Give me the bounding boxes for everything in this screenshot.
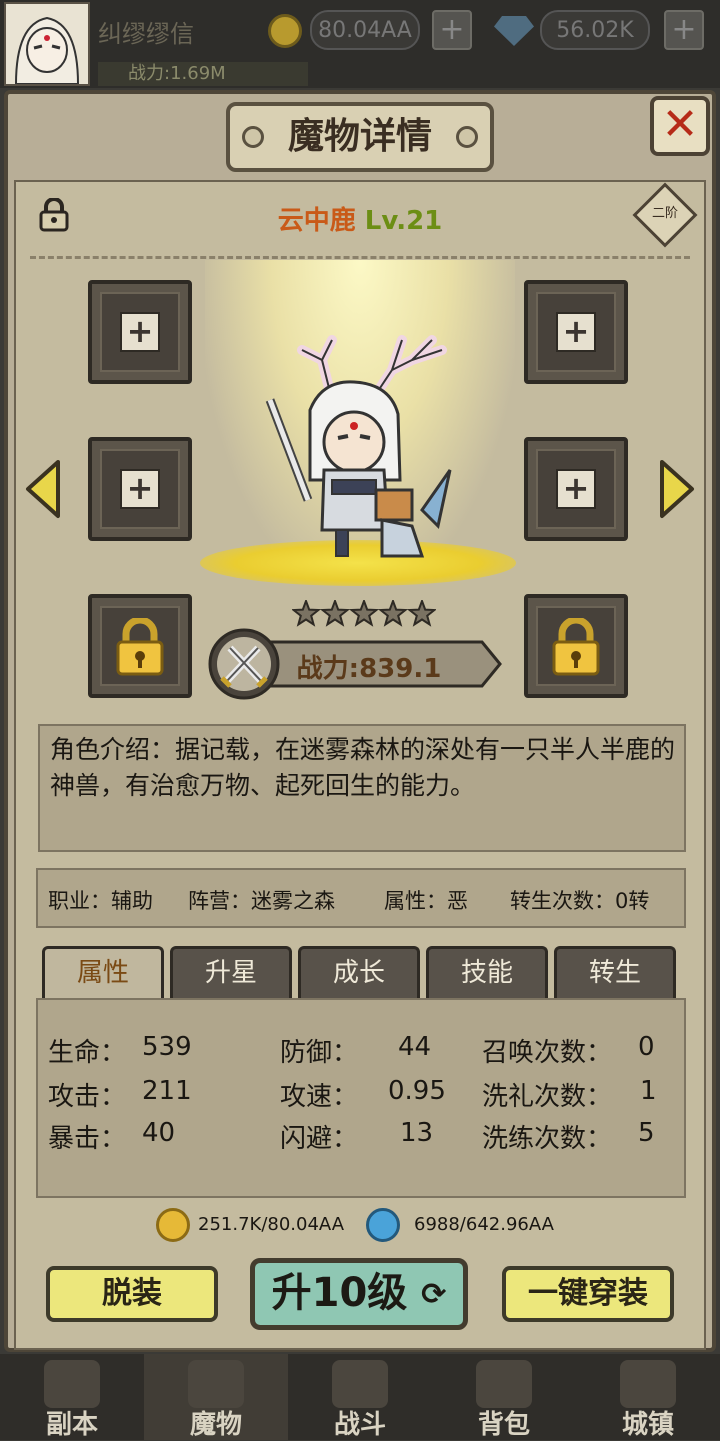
add-gems-button[interactable]: + bbox=[664, 10, 704, 50]
star-icon bbox=[319, 598, 351, 627]
tab-rebirth[interactable]: 转生 bbox=[554, 946, 676, 1000]
padlock-icon bbox=[550, 616, 602, 676]
tab-growth[interactable]: 成长 bbox=[298, 946, 420, 1000]
gem-amount: 56.02K bbox=[540, 10, 650, 50]
refresh-icon: ⟳ bbox=[421, 1277, 447, 1312]
refine-label: 洗练次数： bbox=[482, 1124, 613, 1154]
intro-box: 角色介绍：据记载，在迷雾森林的深处有一只半人半鹿的神兽，有治愈万物、起死回生的能… bbox=[38, 724, 686, 852]
monster-name: 云中鹿 bbox=[277, 206, 356, 236]
hp-value: 539 bbox=[142, 1032, 192, 1062]
backpack-icon bbox=[476, 1360, 532, 1408]
speed-value: 0.95 bbox=[388, 1076, 446, 1106]
equip-slot-locked-2[interactable] bbox=[524, 594, 628, 698]
upgrade-label: 升10级 bbox=[271, 1270, 408, 1316]
tab-attributes[interactable]: 属性 bbox=[42, 946, 164, 1000]
add-equip-icon: + bbox=[556, 312, 596, 352]
monster-power: 战力:839.1 bbox=[296, 654, 442, 684]
monster-character[interactable] bbox=[262, 330, 462, 564]
crossed-swords-icon bbox=[332, 1360, 388, 1408]
diamond-icon bbox=[494, 16, 534, 46]
exp-cost: 6988/642.96AA bbox=[414, 1214, 554, 1235]
summon-value: 0 bbox=[638, 1032, 655, 1062]
nav-label: 战斗 bbox=[333, 1410, 386, 1440]
equip-slot-locked-1[interactable] bbox=[88, 594, 192, 698]
stage-label: 二阶 bbox=[651, 206, 678, 221]
star-icon bbox=[290, 598, 322, 627]
def-value: 44 bbox=[398, 1032, 432, 1062]
stats-panel: 生命： 539 攻击： 211 暴击： 40 防御： 44 攻速： 0.95 闪… bbox=[36, 998, 686, 1198]
evade-value: 13 bbox=[400, 1118, 434, 1148]
monster-name-row: 云中鹿 Lv.21 bbox=[0, 200, 720, 237]
intro-text: 角色介绍：据记载，在迷雾森林的深处有一只半人半鹿的神兽，有治愈万物、起死回生的能… bbox=[50, 735, 676, 800]
atk-value: 211 bbox=[142, 1076, 192, 1106]
rivet-icon bbox=[456, 126, 478, 148]
close-button[interactable]: ✕ bbox=[650, 96, 710, 156]
gold-cost: 251.7K/80.04AA bbox=[198, 1214, 345, 1235]
nav-label: 副本 bbox=[45, 1410, 98, 1440]
divider bbox=[30, 256, 690, 259]
star-icon bbox=[348, 598, 380, 627]
star-rating bbox=[290, 598, 438, 628]
gold-amount: 80.04AA bbox=[310, 10, 420, 50]
next-arrow-icon[interactable] bbox=[658, 458, 696, 520]
monster-level: Lv.21 bbox=[364, 206, 443, 236]
player-name: 纠缪缪信 bbox=[98, 20, 194, 48]
star-icon bbox=[377, 598, 409, 627]
add-gold-button[interactable]: + bbox=[432, 10, 472, 50]
rebirth-info: 转生次数：0转 bbox=[510, 889, 650, 913]
tab-star-up[interactable]: 升星 bbox=[170, 946, 292, 1000]
star-icon bbox=[406, 598, 438, 627]
camp-info: 阵营：迷雾之森 bbox=[188, 889, 335, 913]
nav-label: 背包 bbox=[477, 1410, 530, 1440]
padlock-icon bbox=[114, 616, 166, 676]
map-icon bbox=[44, 1360, 100, 1408]
crit-label: 暴击： bbox=[48, 1124, 127, 1154]
top-bar: 纠缪缪信 战力:1.69M 80.04AA + 56.02K + bbox=[0, 0, 720, 88]
gold-coin-icon bbox=[156, 1208, 190, 1242]
add-equip-icon: + bbox=[120, 312, 160, 352]
add-equip-icon: + bbox=[120, 469, 160, 509]
evade-label: 闪避： bbox=[280, 1124, 359, 1154]
equip-slot-1[interactable]: + bbox=[88, 280, 192, 384]
equip-slot-3[interactable]: + bbox=[88, 437, 192, 541]
previous-arrow-icon[interactable] bbox=[24, 458, 62, 520]
refine-value: 5 bbox=[638, 1118, 655, 1148]
nav-monsters[interactable]: 魔物 bbox=[144, 1354, 288, 1440]
info-bar: 职业：辅助 阵营：迷雾之森 属性：恶 转生次数：0转 bbox=[36, 868, 686, 928]
nav-label: 魔物 bbox=[189, 1410, 242, 1440]
attribute-info: 属性：恶 bbox=[384, 889, 468, 913]
def-label: 防御： bbox=[280, 1038, 359, 1068]
nav-label: 城镇 bbox=[621, 1410, 674, 1440]
crit-value: 40 bbox=[142, 1118, 176, 1148]
unequip-button[interactable]: 脱装 bbox=[46, 1266, 218, 1322]
equip-slot-2[interactable]: + bbox=[524, 280, 628, 384]
bless-value: 1 bbox=[640, 1076, 657, 1106]
title-plate: 魔物详情 bbox=[226, 102, 494, 172]
player-power: 战力:1.69M bbox=[98, 62, 308, 86]
shop-icon bbox=[620, 1360, 676, 1408]
atk-label: 攻击： bbox=[48, 1082, 127, 1112]
nav-town[interactable]: 城镇 bbox=[576, 1354, 720, 1440]
gold-coin-icon bbox=[268, 14, 302, 48]
hp-label: 生命： bbox=[48, 1038, 127, 1068]
panel-title: 魔物详情 bbox=[287, 116, 432, 157]
tab-skills[interactable]: 技能 bbox=[426, 946, 548, 1000]
nav-battle[interactable]: 战斗 bbox=[288, 1354, 432, 1440]
auto-equip-button[interactable]: 一键穿装 bbox=[502, 1266, 674, 1322]
summon-label: 召唤次数： bbox=[482, 1038, 613, 1068]
exp-orb-icon bbox=[366, 1208, 400, 1242]
add-equip-icon: + bbox=[556, 469, 596, 509]
equip-slot-4[interactable]: + bbox=[524, 437, 628, 541]
nav-dungeon[interactable]: 副本 bbox=[0, 1354, 144, 1440]
speed-label: 攻速： bbox=[280, 1082, 359, 1112]
job-info: 职业：辅助 bbox=[48, 889, 153, 913]
nav-bag[interactable]: 背包 bbox=[432, 1354, 576, 1440]
bottom-nav: 副本 魔物 战斗 背包 城镇 bbox=[0, 1354, 720, 1440]
upgrade-10-button[interactable]: 升10级 ⟳ bbox=[250, 1258, 468, 1330]
bless-label: 洗礼次数： bbox=[482, 1082, 613, 1112]
player-avatar[interactable] bbox=[4, 2, 90, 86]
helmet-icon bbox=[188, 1360, 244, 1408]
